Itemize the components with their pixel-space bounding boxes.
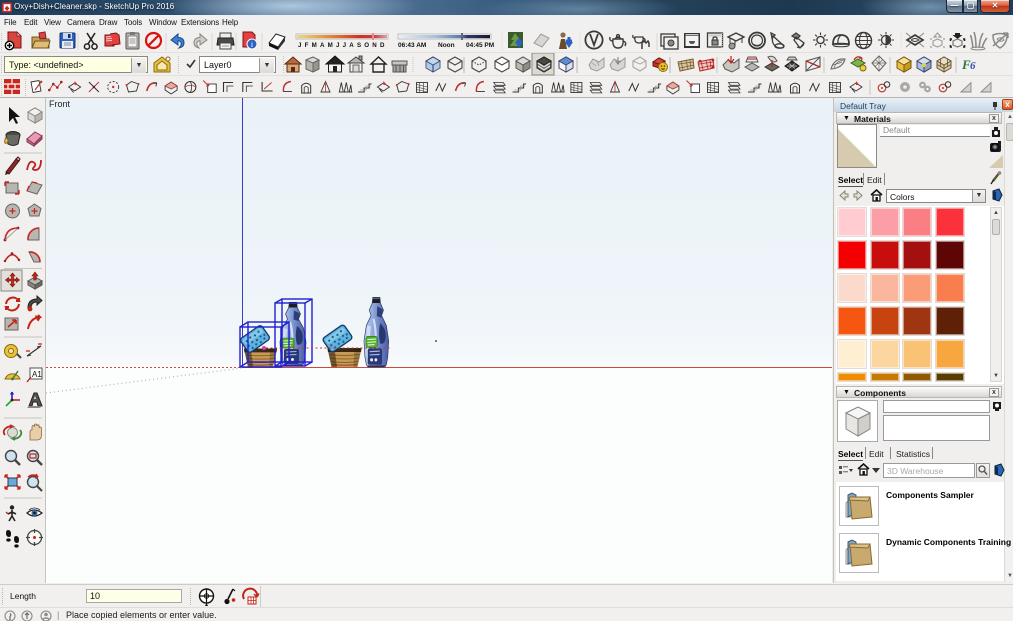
svg-text:06:43 AM: 06:43 AM	[398, 42, 426, 49]
svg-text:A1: A1	[32, 370, 42, 379]
svg-text:04:45 PM: 04:45 PM	[466, 42, 494, 49]
svg-text:JFMAMJJASOND: JFMAMJJASOND	[298, 42, 388, 49]
svg-text:6: 6	[970, 60, 976, 72]
svg-text:Noon: Noon	[438, 42, 455, 49]
